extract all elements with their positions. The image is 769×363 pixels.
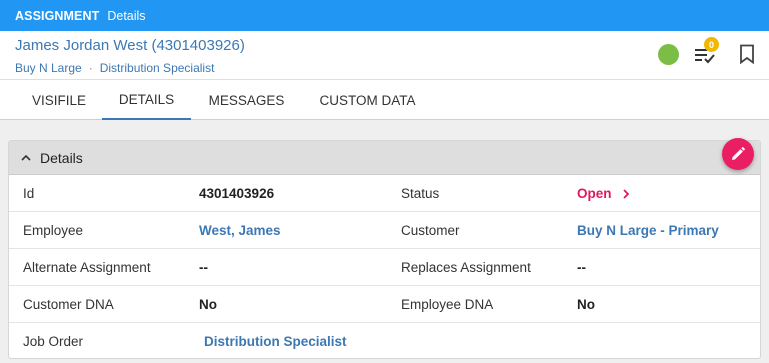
status-indicator xyxy=(658,44,679,65)
customer-dna-label: Customer DNA xyxy=(23,297,114,312)
id-value: 4301403926 xyxy=(199,186,275,201)
top-app-bar: ASSIGNMENT Details xyxy=(0,0,769,31)
tasks-button[interactable]: 0 xyxy=(693,37,719,66)
alternate-assignment-label: Alternate Assignment xyxy=(23,260,151,275)
pencil-icon xyxy=(732,147,745,160)
employee-label: Employee xyxy=(23,223,84,238)
record-subtitle: Buy N Large · Distribution Specialist xyxy=(15,61,214,75)
replaces-assignment-value: -- xyxy=(577,260,586,275)
customer-dna-value: No xyxy=(199,297,217,312)
id-label: Id xyxy=(23,186,35,201)
tasks-count-badge: 0 xyxy=(704,37,719,52)
company-link[interactable]: Buy N Large xyxy=(15,61,82,75)
record-name-link[interactable]: James Jordan West (4301403926) xyxy=(15,37,245,54)
details-panel: Details Id 4301403926 Status Open Employ… xyxy=(8,138,761,360)
details-row: Id 4301403926 Status Open xyxy=(9,175,760,212)
details-row: Job Order Distribution Specialist xyxy=(9,323,760,360)
details-row: Alternate Assignment -- Replaces Assignm… xyxy=(9,249,760,286)
details-row: Customer DNA No Employee DNA No xyxy=(9,286,760,323)
tab-bar: VISIFILE DETAILS MESSAGES CUSTOM DATA xyxy=(0,80,769,120)
subtitle-separator: · xyxy=(88,61,93,75)
record-header: James Jordan West (4301403926) Buy N Lar… xyxy=(0,31,769,80)
tab-custom-data[interactable]: CUSTOM DATA xyxy=(302,80,433,120)
employee-dna-value: No xyxy=(577,297,595,312)
status-value-link[interactable]: Open xyxy=(577,175,634,212)
bookmark-icon[interactable] xyxy=(739,44,755,64)
status-value: Open xyxy=(577,186,612,201)
job-order-link[interactable]: Distribution Specialist xyxy=(204,323,347,360)
replaces-assignment-label: Replaces Assignment xyxy=(401,260,531,275)
chevron-up-icon[interactable] xyxy=(19,151,33,165)
alternate-assignment-value: -- xyxy=(199,260,208,275)
customer-link[interactable]: Buy N Large - Primary xyxy=(577,212,719,249)
position-link[interactable]: Distribution Specialist xyxy=(100,61,215,75)
page-title: Details xyxy=(107,8,146,23)
chevron-right-icon xyxy=(622,188,629,199)
job-order-label: Job Order xyxy=(23,334,84,349)
employee-link[interactable]: West, James xyxy=(199,212,281,249)
edit-button[interactable] xyxy=(722,138,754,170)
tab-messages[interactable]: MESSAGES xyxy=(191,80,302,120)
employee-dna-label: Employee DNA xyxy=(401,297,494,312)
customer-label: Customer xyxy=(401,223,460,238)
panel-title: Details xyxy=(40,150,83,166)
section-title: ASSIGNMENT xyxy=(15,8,100,23)
details-row: Employee West, James Customer Buy N Larg… xyxy=(9,212,760,249)
status-label: Status xyxy=(401,186,440,201)
details-panel-header[interactable]: Details xyxy=(9,138,760,175)
tab-visifile[interactable]: VISIFILE xyxy=(16,80,102,120)
tab-details[interactable]: DETAILS xyxy=(102,80,191,120)
